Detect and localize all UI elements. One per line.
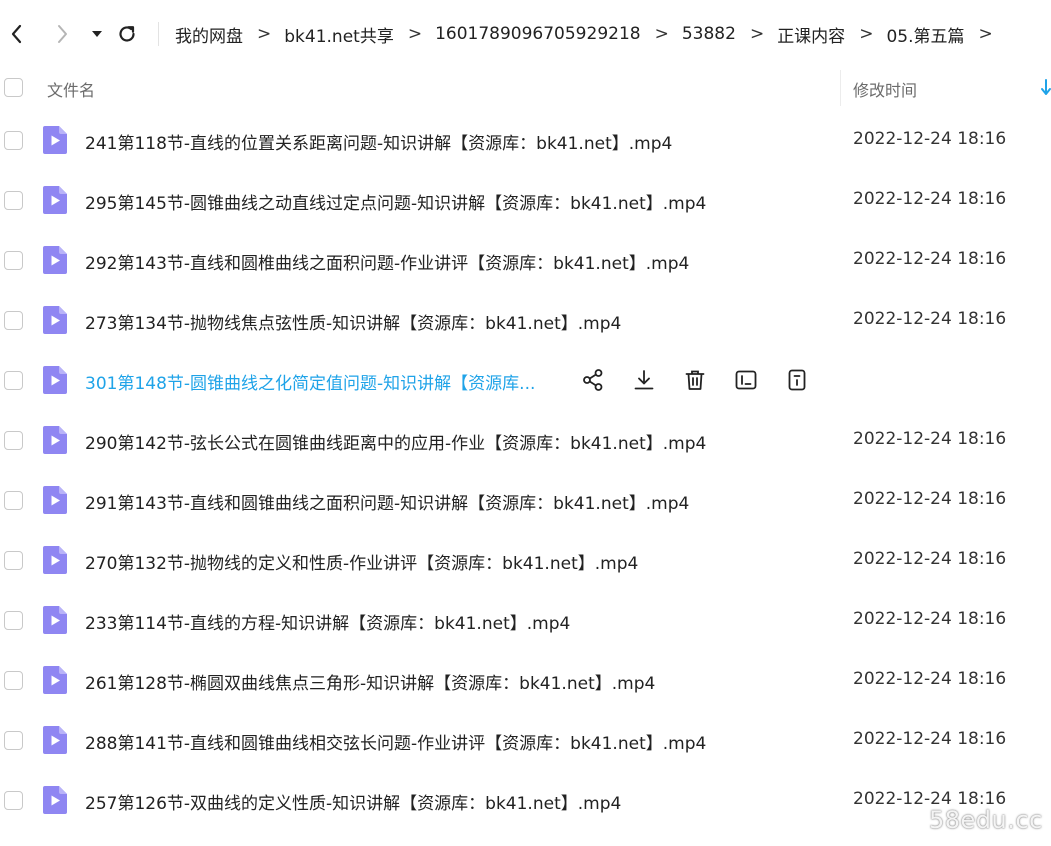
breadcrumb-separator: > <box>407 24 423 44</box>
video-file-icon <box>43 546 67 574</box>
chevron-left-icon <box>11 24 22 44</box>
breadcrumb: 我的网盘 > bk41.net共享 > 1601789096705929218 … <box>175 20 1006 48</box>
video-file-icon <box>43 126 67 154</box>
share-button[interactable] <box>580 367 606 393</box>
breadcrumb-item[interactable]: 53882 <box>682 24 736 44</box>
file-name[interactable]: 241第118节-直线的位置关系距离问题-知识讲解【资源库：bk41.net】.… <box>85 129 672 154</box>
file-modified-time: 2022-12-24 18:16 <box>853 609 1007 629</box>
row-checkbox[interactable] <box>4 671 23 690</box>
toolbar-divider <box>158 22 159 46</box>
download-icon <box>634 370 654 390</box>
row-checkbox[interactable] <box>4 371 23 390</box>
breadcrumb-item[interactable]: 1601789096705929218 <box>435 24 641 44</box>
video-file-icon <box>43 186 67 214</box>
refresh-icon <box>119 26 135 42</box>
sort-down-icon[interactable] <box>1040 78 1051 98</box>
file-row[interactable]: 273第134节-抛物线焦点弦性质-知识讲解【资源库：bk41.net】.mp4… <box>0 290 1051 350</box>
file-name[interactable]: 257第126节-双曲线的定义性质-知识讲解【资源库：bk41.net】.mp4 <box>85 789 621 814</box>
file-modified-time: 2022-12-24 18:16 <box>853 729 1007 749</box>
back-button[interactable] <box>3 20 31 48</box>
breadcrumb-separator: > <box>257 24 272 44</box>
file-modified-time: 2022-12-24 18:16 <box>853 129 1007 149</box>
video-file-icon <box>43 606 67 634</box>
refresh-button[interactable] <box>113 20 141 48</box>
breadcrumb-item[interactable]: 我的网盘 <box>175 22 243 47</box>
select-all-checkbox[interactable] <box>4 78 23 97</box>
breadcrumb-separator: > <box>749 24 765 44</box>
breadcrumb-item[interactable]: bk41.net共享 <box>284 22 394 47</box>
breadcrumb-separator: > <box>978 24 993 44</box>
file-row[interactable]: 241第118节-直线的位置关系距离问题-知识讲解【资源库：bk41.net】.… <box>0 110 1051 170</box>
delete-icon <box>685 370 705 390</box>
file-name[interactable]: 233第114节-直线的方程-知识讲解【资源库：bk41.net】.mp4 <box>85 609 570 634</box>
delete-button[interactable] <box>682 367 708 393</box>
file-modified-time: 2022-12-24 18:16 <box>853 249 1007 269</box>
video-file-icon <box>43 726 67 754</box>
column-header-modified[interactable]: 修改时间 <box>853 77 917 101</box>
row-checkbox[interactable] <box>4 611 23 630</box>
list-header: 文件名 修改时间 <box>0 68 1051 108</box>
chevron-right-icon <box>58 25 67 43</box>
file-modified-time: 2022-12-24 18:16 <box>853 669 1007 689</box>
column-divider[interactable] <box>840 70 841 106</box>
row-checkbox[interactable] <box>4 431 23 450</box>
video-file-icon <box>43 786 67 814</box>
details-button[interactable] <box>784 367 810 393</box>
share-icon <box>583 369 603 391</box>
file-row[interactable]: 290第142节-弦长公式在圆锥曲线距离中的应用-作业【资源库：bk41.net… <box>0 410 1051 470</box>
file-row[interactable]: 301第148节-圆锥曲线之化简定值问题-知识讲解【资源库... <box>0 350 1051 410</box>
file-name[interactable]: 291第143节-直线和圆锥曲线之面积问题-知识讲解【资源库：bk41.net】… <box>85 489 689 514</box>
file-row[interactable]: 233第114节-直线的方程-知识讲解【资源库：bk41.net】.mp4 202… <box>0 590 1051 650</box>
watermark: 58edu.cc <box>929 806 1043 834</box>
file-row[interactable]: 261第128节-椭圆双曲线焦点三角形-知识讲解【资源库：bk41.net】.m… <box>0 650 1051 710</box>
caret-down-icon <box>92 31 102 37</box>
video-file-icon <box>43 426 67 454</box>
video-file-icon <box>43 306 67 334</box>
file-name[interactable]: 261第128节-椭圆双曲线焦点三角形-知识讲解【资源库：bk41.net】.m… <box>85 669 655 694</box>
file-name[interactable]: 270第132节-抛物线的定义和性质-作业讲评【资源库：bk41.net】.mp… <box>85 549 638 574</box>
breadcrumb-item-current[interactable]: 05.第五篇 <box>886 22 964 47</box>
row-checkbox[interactable] <box>4 491 23 510</box>
file-name[interactable]: 301第148节-圆锥曲线之化简定值问题-知识讲解【资源库... <box>85 369 535 394</box>
file-name[interactable]: 288第141节-直线和圆锥曲线相交弦长问题-作业讲评【资源库：bk41.net… <box>85 729 706 754</box>
file-row[interactable]: 257第126节-双曲线的定义性质-知识讲解【资源库：bk41.net】.mp4… <box>0 770 1051 830</box>
rename-button[interactable] <box>733 367 759 393</box>
row-checkbox[interactable] <box>4 191 23 210</box>
file-modified-time: 2022-12-24 18:16 <box>853 489 1007 509</box>
row-actions <box>580 367 835 393</box>
column-header-name[interactable]: 文件名 <box>47 77 95 101</box>
breadcrumb-item[interactable]: 正课内容 <box>777 22 845 47</box>
rename-icon <box>735 370 757 390</box>
details-icon <box>788 369 806 391</box>
row-checkbox[interactable] <box>4 731 23 750</box>
breadcrumb-separator: > <box>654 24 669 44</box>
download-button[interactable] <box>631 367 657 393</box>
file-row[interactable]: 270第132节-抛物线的定义和性质-作业讲评【资源库：bk41.net】.mp… <box>0 530 1051 590</box>
file-row[interactable]: 295第145节-圆锥曲线之动直线过定点问题-知识讲解【资源库：bk41.net… <box>0 170 1051 230</box>
forward-button[interactable] <box>48 20 76 48</box>
history-dropdown-button[interactable] <box>83 20 111 48</box>
video-file-icon <box>43 366 67 394</box>
file-name[interactable]: 290第142节-弦长公式在圆锥曲线距离中的应用-作业【资源库：bk41.net… <box>85 429 706 454</box>
video-file-icon <box>43 666 67 694</box>
file-row[interactable]: 291第143节-直线和圆锥曲线之面积问题-知识讲解【资源库：bk41.net】… <box>0 470 1051 530</box>
file-name[interactable]: 292第143节-直线和圆椎曲线之面积问题-作业讲评【资源库：bk41.net】… <box>85 249 689 274</box>
file-name[interactable]: 295第145节-圆锥曲线之动直线过定点问题-知识讲解【资源库：bk41.net… <box>85 189 706 214</box>
file-row[interactable]: 288第141节-直线和圆锥曲线相交弦长问题-作业讲评【资源库：bk41.net… <box>0 710 1051 770</box>
toolbar: 我的网盘 > bk41.net共享 > 1601789096705929218 … <box>0 0 1051 68</box>
video-file-icon <box>43 486 67 514</box>
row-checkbox[interactable] <box>4 131 23 150</box>
file-name[interactable]: 273第134节-抛物线焦点弦性质-知识讲解【资源库：bk41.net】.mp4 <box>85 309 621 334</box>
video-file-icon <box>43 246 67 274</box>
breadcrumb-separator: > <box>859 24 874 44</box>
row-checkbox[interactable] <box>4 551 23 570</box>
row-checkbox[interactable] <box>4 251 23 270</box>
row-checkbox[interactable] <box>4 791 23 810</box>
row-checkbox[interactable] <box>4 311 23 330</box>
file-modified-time: 2022-12-24 18:16 <box>853 309 1007 329</box>
file-row[interactable]: 292第143节-直线和圆椎曲线之面积问题-作业讲评【资源库：bk41.net】… <box>0 230 1051 290</box>
file-modified-time: 2022-12-24 18:16 <box>853 189 1007 209</box>
file-modified-time: 2022-12-24 18:16 <box>853 549 1007 569</box>
file-modified-time: 2022-12-24 18:16 <box>853 429 1007 449</box>
